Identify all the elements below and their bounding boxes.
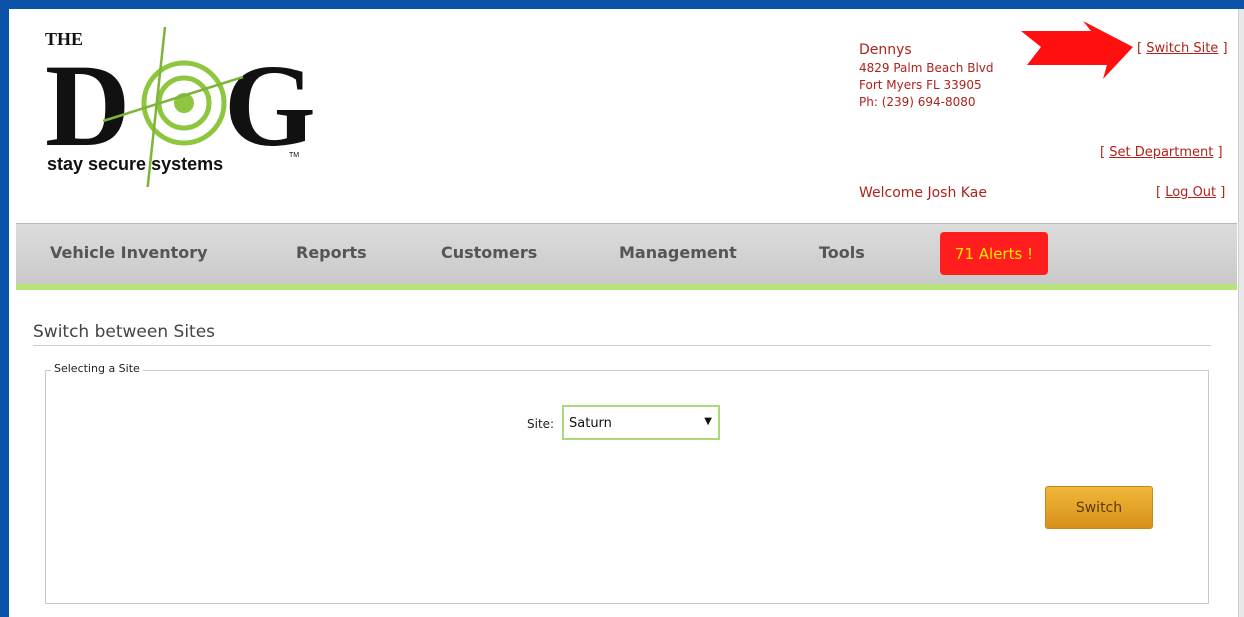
site-info: Dennys 4829 Palm Beach Blvd Fort Myers F…: [859, 41, 994, 111]
nav-accent-bar: [16, 284, 1237, 290]
red-arrow-icon: [1021, 21, 1133, 79]
title-divider: [33, 345, 1211, 346]
window-frame-top: [0, 0, 1244, 9]
page: THE D G stay secure systems TM Dennys 48…: [9, 9, 1237, 617]
site-phone: Ph: (239) 694-8080: [859, 95, 976, 109]
page-title: Switch between Sites: [33, 322, 216, 342]
site-name: Dennys: [859, 42, 912, 58]
svg-text:G: G: [224, 40, 313, 171]
nav-vehicle-inventory[interactable]: Vehicle Inventory: [50, 243, 208, 262]
alerts-button[interactable]: 71 Alerts !: [940, 232, 1048, 275]
nav-tools[interactable]: Tools: [819, 243, 865, 262]
site-label: Site:: [527, 417, 555, 431]
log-out-link-wrapper: [ Log Out ]: [1156, 185, 1226, 200]
switch-site-link-wrapper: [ Switch Site ]: [1137, 41, 1228, 56]
svg-text:D: D: [45, 40, 130, 171]
scrollbar[interactable]: [1238, 9, 1244, 617]
switch-button[interactable]: Switch: [1045, 486, 1153, 529]
window-frame-left: [0, 0, 9, 617]
set-department-link-wrapper: [ Set Department ]: [1100, 145, 1223, 160]
fieldset-legend: Selecting a Site: [51, 362, 143, 375]
site-city: Fort Myers FL 33905: [859, 78, 982, 92]
switch-site-link[interactable]: Switch Site: [1146, 41, 1218, 56]
log-out-link[interactable]: Log Out: [1165, 185, 1216, 200]
the-dog-logo: THE D G stay secure systems TM: [45, 26, 313, 187]
site-select-value: Saturn: [569, 416, 612, 431]
main-nav: Vehicle Inventory Reports Customers Mana…: [16, 223, 1237, 285]
svg-text:TM: TM: [289, 152, 299, 159]
welcome-message: Welcome Josh Kae: [859, 185, 987, 201]
svg-text:stay secure systems: stay secure systems: [47, 154, 223, 174]
site-address: 4829 Palm Beach Blvd: [859, 61, 994, 75]
nav-reports[interactable]: Reports: [296, 243, 367, 262]
set-department-link[interactable]: Set Department: [1109, 145, 1213, 160]
nav-management[interactable]: Management: [619, 243, 737, 262]
site-select[interactable]: Saturn ▼: [562, 405, 720, 440]
chevron-down-icon: ▼: [704, 416, 712, 427]
nav-customers[interactable]: Customers: [441, 243, 537, 262]
